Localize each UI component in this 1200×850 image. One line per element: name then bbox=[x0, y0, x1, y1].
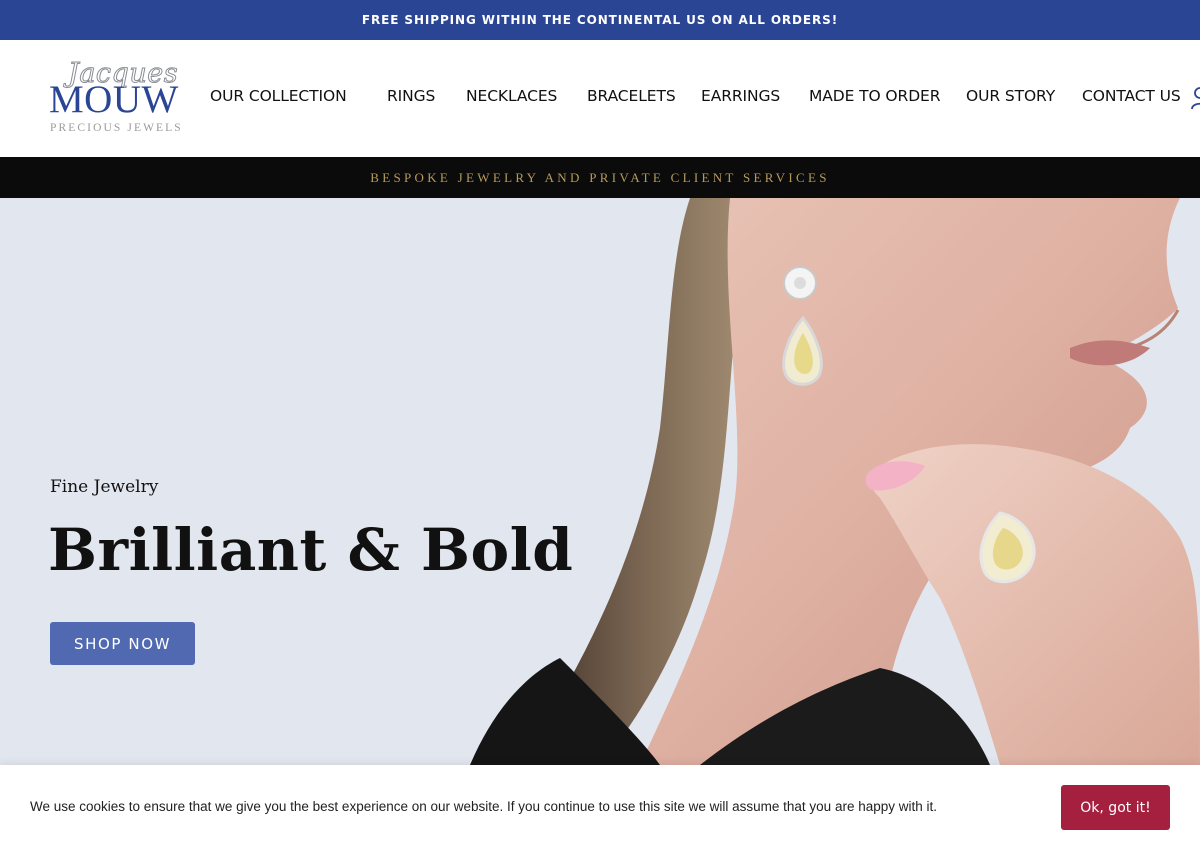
cookie-message: We use cookies to ensure that we give yo… bbox=[30, 799, 937, 814]
nav-item-rings[interactable]: RINGS bbox=[387, 87, 435, 105]
nav-item-necklaces[interactable]: NECKLACES bbox=[466, 87, 557, 105]
cookie-accept-button[interactable]: Ok, got it! bbox=[1061, 785, 1170, 830]
user-icon[interactable] bbox=[1190, 86, 1200, 110]
nav-item-bracelets[interactable]: BRACELETS bbox=[587, 87, 676, 105]
announcement-text: FREE SHIPPING WITHIN THE CONTINENTAL US … bbox=[361, 13, 839, 27]
services-strip-text: BESPOKE JEWELRY AND PRIVATE CLIENT SERVI… bbox=[370, 169, 830, 185]
hero-banner: Fine Jewelry Brilliant & Bold SHOP NOW bbox=[0, 198, 1200, 765]
nav-item-contact-us[interactable]: CONTACT US bbox=[1082, 87, 1181, 105]
site-header: Jacques MOUW PRECIOUS JEWELS OUR COLLECT… bbox=[0, 40, 1200, 157]
hero-title: Brilliant & Bold bbox=[48, 516, 574, 584]
cookie-banner: We use cookies to ensure that we give yo… bbox=[0, 765, 1200, 850]
nav-item-earrings[interactable]: EARRINGS bbox=[701, 87, 780, 105]
nav-item-our-story[interactable]: OUR STORY bbox=[966, 87, 1055, 105]
services-strip: BESPOKE JEWELRY AND PRIVATE CLIENT SERVI… bbox=[0, 157, 1200, 198]
nav-item-our-collection[interactable]: OUR COLLECTION bbox=[210, 87, 347, 105]
nav-item-made-to-order[interactable]: MADE TO ORDER bbox=[809, 87, 941, 105]
hero-model-photo bbox=[470, 198, 1200, 765]
main-nav: OUR COLLECTION RINGS NECKLACES BRACELETS… bbox=[0, 40, 1200, 157]
shop-now-button[interactable]: SHOP NOW bbox=[50, 622, 195, 665]
hero-kicker: Fine Jewelry bbox=[50, 477, 159, 497]
announcement-bar: FREE SHIPPING WITHIN THE CONTINENTAL US … bbox=[0, 0, 1200, 40]
